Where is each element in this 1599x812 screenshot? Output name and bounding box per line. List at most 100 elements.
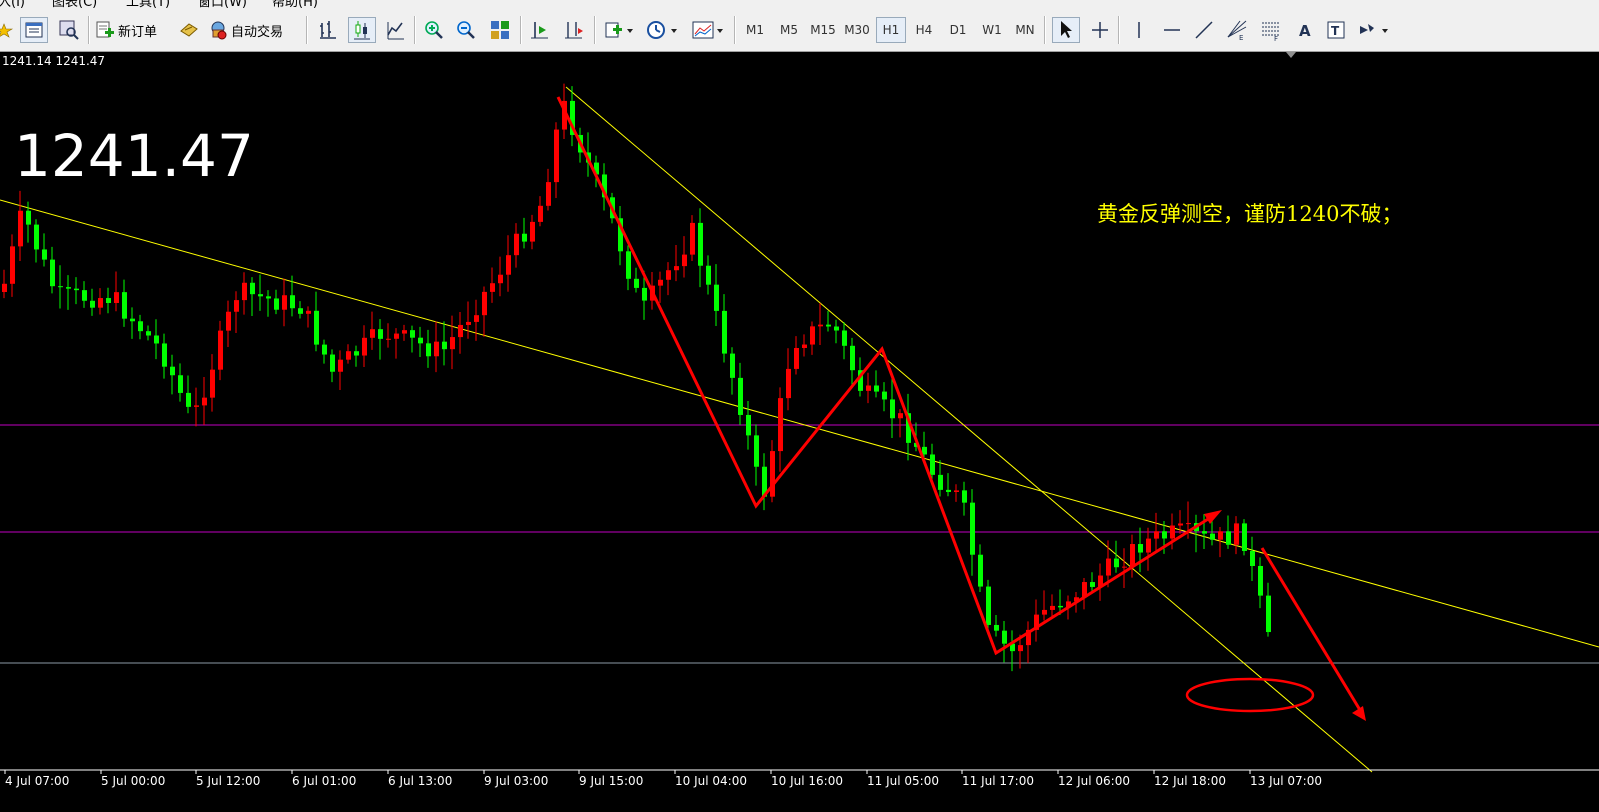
candle-body [338,359,343,372]
menu-insert[interactable]: 入(I) [0,0,25,8]
candle-body [1258,565,1263,596]
periods-icon[interactable] [644,17,682,43]
candle-body [226,311,231,331]
timeframe-d1[interactable]: D1 [942,17,974,43]
timeframe-w1[interactable]: W1 [976,17,1008,43]
candle-body [530,221,535,242]
timeframe-m30[interactable]: M30 [840,17,874,43]
candle-body [170,366,175,376]
candle-body [1042,609,1047,615]
candle-body [946,489,951,492]
menu-help[interactable]: 帮助(H) [272,0,318,8]
candle-body [290,295,295,309]
candle-body [1050,605,1055,610]
x-label-3: 6 Jul 01:00 [292,774,356,788]
text-label-icon[interactable]: T [1322,17,1350,43]
timeframe-h4[interactable]: H4 [908,17,940,43]
zoom-out-icon[interactable] [452,17,480,43]
candle-body [10,246,15,284]
candle-body [442,341,447,350]
candle-body [1162,531,1167,539]
candle-body [682,254,687,267]
fibonacci-icon[interactable]: F [1256,17,1286,43]
candle-body [138,321,143,332]
indicators-icon[interactable] [602,17,638,43]
crosshair-icon[interactable] [1086,17,1114,43]
candle-body [1090,582,1095,587]
candle-body [834,326,839,331]
candle-body [434,341,439,357]
line-chart-icon[interactable] [382,17,410,43]
candle-body [658,279,663,286]
candle-body [42,249,47,260]
timeframe-mn[interactable]: MN [1008,17,1042,43]
candle-body [1178,523,1183,526]
candle-body [538,205,543,222]
current-price-display: 1241.47 [14,122,254,190]
candle-body [690,222,695,255]
menu-tools[interactable]: 工具(T) [126,0,170,8]
trendline-icon[interactable] [1190,17,1218,43]
x-label-9: 11 Jul 05:00 [867,774,939,788]
candlestick-icon[interactable] [348,17,376,43]
profiles-icon[interactable] [20,17,48,43]
candle-body [178,375,183,393]
candle-body [162,343,167,367]
x-label-1: 5 Jul 00:00 [101,774,165,788]
arrows-icon[interactable] [1354,17,1394,43]
candle-body [18,210,23,247]
svg-text:A: A [1299,22,1311,40]
candle-body [898,413,903,419]
candle-body [490,283,495,292]
candle-body [514,233,519,256]
gann-icon[interactable]: E [1222,17,1252,43]
zoom-window-icon[interactable] [55,17,83,43]
candle-body [1130,544,1135,567]
auto-trading-button[interactable]: 自动交易 [208,17,302,43]
bar-chart-icon[interactable] [314,17,342,43]
candle-body [426,343,431,357]
candle-body [202,397,207,406]
candle-body [818,324,823,327]
timeframe-h1[interactable]: H1 [876,17,906,43]
star-icon[interactable] [0,17,14,43]
templates-icon[interactable] [690,17,728,43]
candle-body [418,337,423,344]
candle-body [218,330,223,370]
candle-body [330,354,335,372]
candle-body [954,490,959,492]
candle-body [730,353,735,378]
timeframe-m15[interactable]: M15 [806,17,840,43]
bulb-icon[interactable] [177,17,201,43]
x-label-5: 9 Jul 03:00 [484,774,548,788]
chart-shift-icon[interactable] [526,17,554,43]
cursor-icon[interactable] [1052,17,1080,43]
candle-body [802,344,807,349]
vertical-line-icon[interactable] [1126,17,1152,43]
new-order-icon [95,20,115,40]
horizontal-line-icon[interactable] [1158,17,1186,43]
x-label-13: 13 Jul 07:00 [1250,774,1322,788]
timeframe-m5[interactable]: M5 [774,17,804,43]
candle-body [786,368,791,399]
autoscroll-icon[interactable] [560,17,588,43]
new-order-button[interactable]: 新订单 [95,17,175,43]
candle-body [1170,525,1175,539]
candle-body [994,624,999,631]
candle-body [1114,558,1119,568]
candle-body [1002,630,1007,644]
price-chart[interactable]: 1241.14 1241.47 1241.47 黄金反弹测空，谨防1240不破；… [0,52,1599,808]
candle-body [1018,645,1023,652]
text-icon[interactable]: A [1292,17,1318,43]
menu-charts[interactable]: 图表(C) [52,0,97,8]
menu-window[interactable]: 窗口(W) [198,0,247,8]
tile-windows-icon[interactable] [486,17,514,43]
x-label-12: 12 Jul 18:00 [1154,774,1226,788]
zoom-in-icon[interactable] [420,17,448,43]
svg-text:E: E [1239,34,1243,41]
candle-body [26,210,31,225]
timeframe-m1[interactable]: M1 [740,17,770,43]
candle-body [522,233,527,242]
candle-body [34,224,39,250]
auto-trading-label: 自动交易 [231,24,284,40]
